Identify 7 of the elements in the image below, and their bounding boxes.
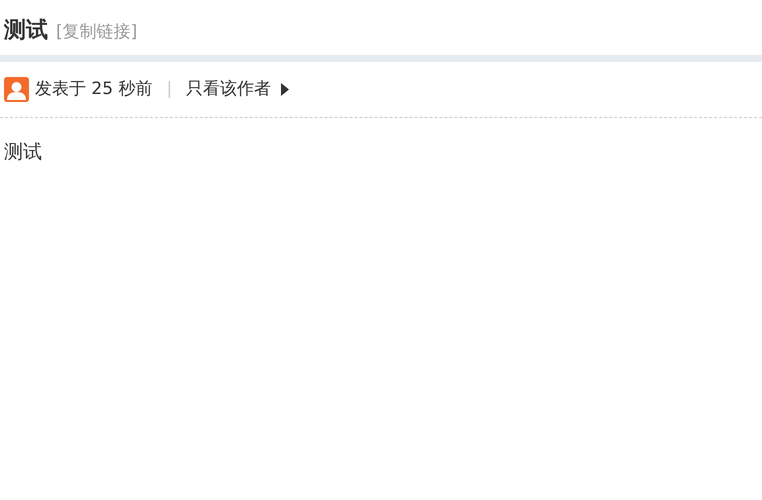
- post-time: 发表于 25 秒前: [35, 78, 152, 101]
- avatar-icon: [4, 77, 29, 102]
- only-author-link[interactable]: 只看该作者: [186, 76, 272, 102]
- thread-title: 测试: [4, 17, 48, 45]
- post-content: 测试: [4, 141, 42, 163]
- separator: |: [166, 78, 172, 101]
- caret-icon: [281, 83, 290, 96]
